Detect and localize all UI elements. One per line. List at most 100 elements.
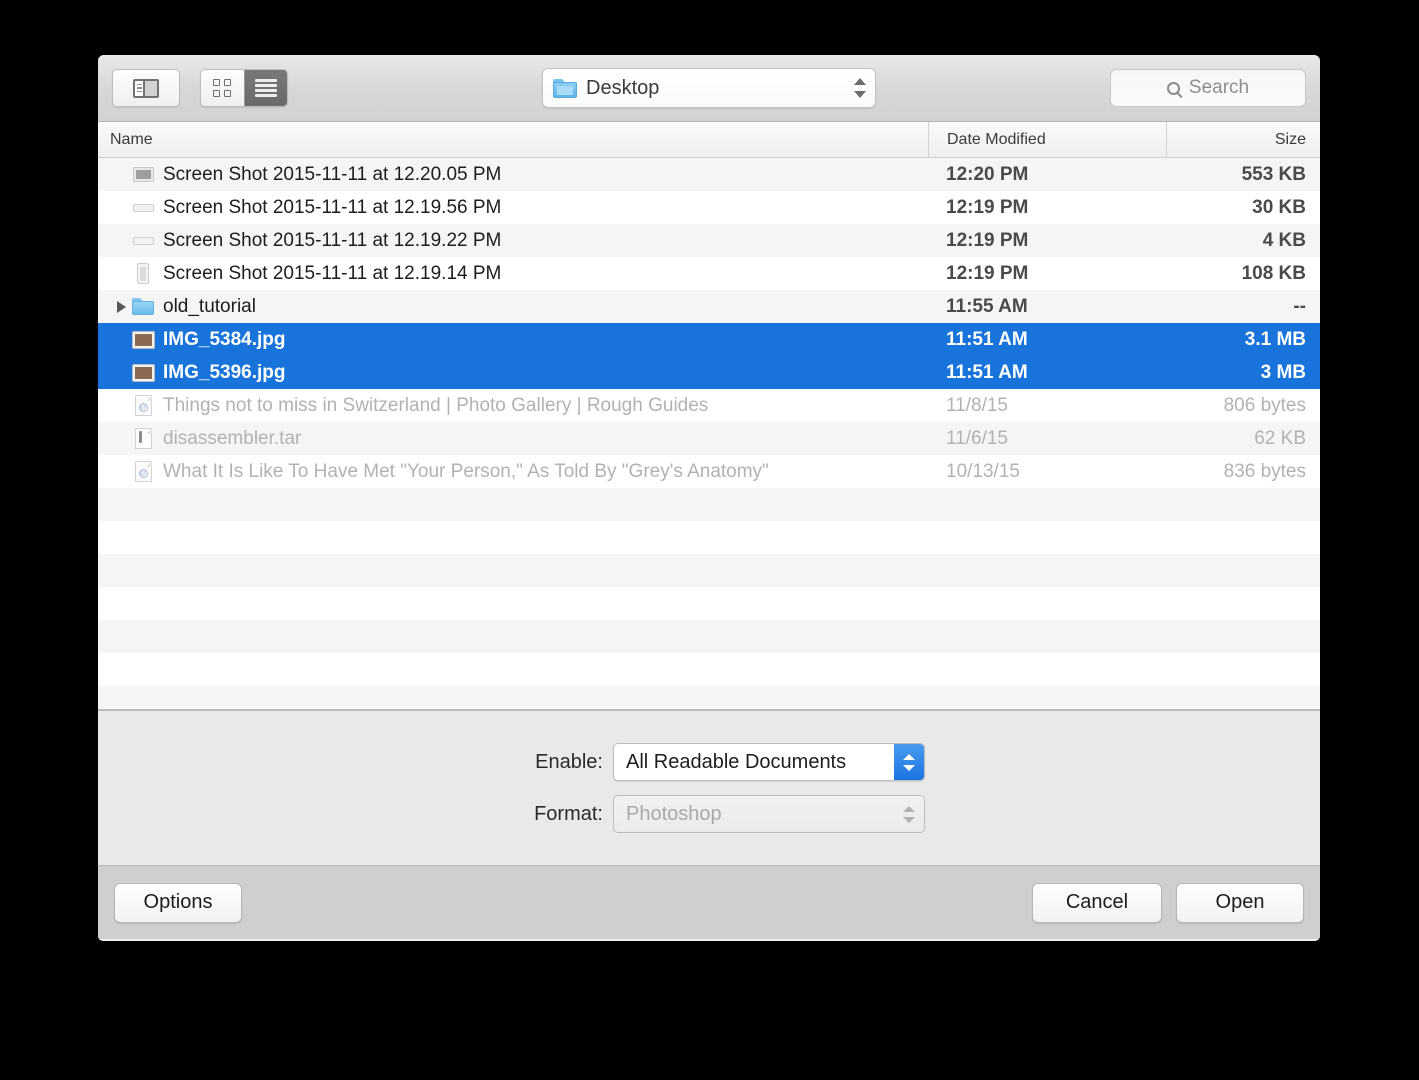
file-size-cell: 108 KB	[1241, 262, 1306, 284]
enable-popup-button[interactable]: All Readable Documents	[613, 743, 925, 781]
empty-list-row	[98, 686, 1320, 709]
file-name-cell: Screen Shot 2015-11-11 at 12.20.05 PM	[98, 164, 928, 186]
table-row[interactable]: Screen Shot 2015-11-11 at 12.20.05 PM 12:…	[98, 158, 1320, 191]
options-button[interactable]: Options	[114, 882, 242, 923]
toolbar: Desktop Search	[98, 55, 1320, 122]
search-input[interactable]: Search	[1110, 69, 1306, 107]
file-size-cell: --	[1293, 295, 1306, 317]
file-size-cell: 3.1 MB	[1244, 328, 1306, 350]
file-name-label: Screen Shot 2015-11-11 at 12.19.56 PM	[163, 196, 502, 218]
dialog-footer: Options Cancel Open	[98, 866, 1320, 939]
file-name-label: IMG_5396.jpg	[163, 361, 286, 383]
webloc-document-icon: @	[132, 461, 154, 483]
table-row[interactable]: IMG_5384.jpg 11:51 AM 3.1 MB	[98, 323, 1320, 356]
empty-list-row	[98, 521, 1320, 554]
sidebar-toggle-button[interactable]	[112, 69, 180, 107]
file-name-label: IMG_5384.jpg	[163, 328, 286, 350]
column-header-row: Name Date Modified Size	[98, 122, 1320, 158]
format-row: Format: Photoshop	[493, 795, 925, 833]
format-popup-button: Photoshop	[613, 795, 925, 833]
table-row[interactable]: Screen Shot 2015-11-11 at 12.19.22 PM 12:…	[98, 224, 1320, 257]
table-row: @ Things not to miss in Switzerland | Pho…	[98, 389, 1320, 422]
table-row[interactable]: Screen Shot 2015-11-11 at 12.19.14 PM 12:…	[98, 257, 1320, 290]
path-popup-label: Desktop	[586, 76, 660, 99]
file-name-label: disassembler.tar	[163, 427, 302, 449]
file-name-cell: Screen Shot 2015-11-11 at 12.19.22 PM	[98, 230, 928, 252]
file-size-cell: 806 bytes	[1223, 394, 1306, 416]
table-row[interactable]: old_tutorial 11:55 AM --	[98, 290, 1320, 323]
empty-list-row	[98, 653, 1320, 686]
empty-list-row	[98, 587, 1320, 620]
screenshot-thumbnail-icon	[132, 230, 154, 252]
file-name-cell: Screen Shot 2015-11-11 at 12.19.14 PM	[98, 263, 928, 285]
disclosure-triangle-icon[interactable]	[110, 300, 132, 313]
format-popup-knob	[894, 796, 924, 832]
icon-view-icon	[212, 78, 232, 98]
column-header-name[interactable]: Name	[98, 122, 928, 157]
search-placeholder: Search	[1188, 77, 1250, 98]
open-button[interactable]: Open	[1176, 882, 1304, 923]
format-popup-value: Photoshop	[626, 802, 722, 825]
file-size-cell: 3 MB	[1260, 361, 1306, 383]
file-date-cell: 12:19 PM	[946, 262, 1029, 284]
file-size-cell: 30 KB	[1252, 196, 1306, 218]
sidebar-toggle-icon	[133, 78, 159, 98]
chevron-updown-icon	[903, 805, 915, 823]
empty-list-row	[98, 488, 1320, 521]
path-popup-button[interactable]: Desktop	[542, 68, 876, 108]
file-name-cell: @ What It Is Like To Have Met "Your Perso…	[98, 461, 928, 483]
file-date-cell: 10/13/15	[946, 460, 1020, 482]
file-date-cell: 12:19 PM	[946, 229, 1029, 251]
file-size-cell: 4 KB	[1262, 229, 1306, 251]
file-name-label: Screen Shot 2015-11-11 at 12.19.14 PM	[163, 262, 502, 284]
file-date-cell: 12:19 PM	[946, 196, 1029, 218]
screenshot-thumbnail-icon	[132, 263, 154, 285]
folder-icon	[132, 296, 154, 318]
empty-list-row	[98, 620, 1320, 653]
enable-popup-knob	[894, 744, 924, 780]
icon-view-button[interactable]	[201, 70, 244, 106]
file-name-cell: old_tutorial	[98, 296, 928, 318]
chevron-updown-icon	[903, 753, 915, 771]
file-name-label: Things not to miss in Switzerland | Phot…	[163, 394, 709, 416]
webloc-document-icon: @	[132, 395, 154, 417]
file-name-label: old_tutorial	[163, 295, 256, 317]
table-row: disassembler.tar 11/6/15 62 KB	[98, 422, 1320, 455]
file-date-cell: 11:55 AM	[946, 295, 1028, 317]
file-date-cell: 12:20 PM	[946, 163, 1029, 185]
file-list[interactable]: Screen Shot 2015-11-11 at 12.20.05 PM 12:…	[98, 158, 1320, 710]
list-view-button[interactable]	[243, 70, 287, 106]
file-date-cell: 11/6/15	[946, 427, 1008, 449]
view-mode-segmented-control[interactable]	[200, 69, 288, 107]
photo-thumbnail-icon	[132, 362, 154, 384]
open-file-dialog: Desktop Search Name Date Modified Size S…	[98, 55, 1320, 941]
enable-popup-value: All Readable Documents	[626, 750, 847, 773]
file-name-cell: IMG_5384.jpg	[98, 329, 928, 351]
table-row: @ What It Is Like To Have Met "Your Perso…	[98, 455, 1320, 488]
chevron-updown-icon	[854, 75, 867, 101]
file-date-cell: 11:51 AM	[946, 361, 1028, 383]
folder-icon	[553, 78, 577, 98]
file-name-label: What It Is Like To Have Met "Your Person…	[163, 460, 769, 482]
file-date-cell: 11:51 AM	[946, 328, 1028, 350]
screenshot-thumbnail-icon	[132, 197, 154, 219]
file-name-cell: @ Things not to miss in Switzerland | Pho…	[98, 395, 928, 417]
enable-row: Enable: All Readable Documents	[493, 743, 925, 781]
format-label: Format:	[534, 802, 603, 825]
column-header-date-modified[interactable]: Date Modified	[928, 122, 1166, 157]
file-name-cell: Screen Shot 2015-11-11 at 12.19.56 PM	[98, 197, 928, 219]
screenshot-thumbnail-icon	[132, 164, 154, 186]
file-size-cell: 836 bytes	[1223, 460, 1306, 482]
file-size-cell: 62 KB	[1254, 427, 1306, 449]
file-name-cell: IMG_5396.jpg	[98, 362, 928, 384]
table-row[interactable]: IMG_5396.jpg 11:51 AM 3 MB	[98, 356, 1320, 389]
cancel-button[interactable]: Cancel	[1032, 882, 1162, 923]
file-name-label: Screen Shot 2015-11-11 at 12.19.22 PM	[163, 229, 502, 251]
file-name-label: Screen Shot 2015-11-11 at 12.20.05 PM	[163, 163, 502, 185]
search-icon	[1166, 81, 1180, 95]
accessory-panel: Enable: All Readable Documents Format: P…	[98, 710, 1320, 866]
enable-label: Enable:	[535, 750, 603, 773]
column-header-size[interactable]: Size	[1166, 122, 1320, 157]
table-row[interactable]: Screen Shot 2015-11-11 at 12.19.56 PM 12:…	[98, 191, 1320, 224]
archive-document-icon	[132, 428, 154, 450]
